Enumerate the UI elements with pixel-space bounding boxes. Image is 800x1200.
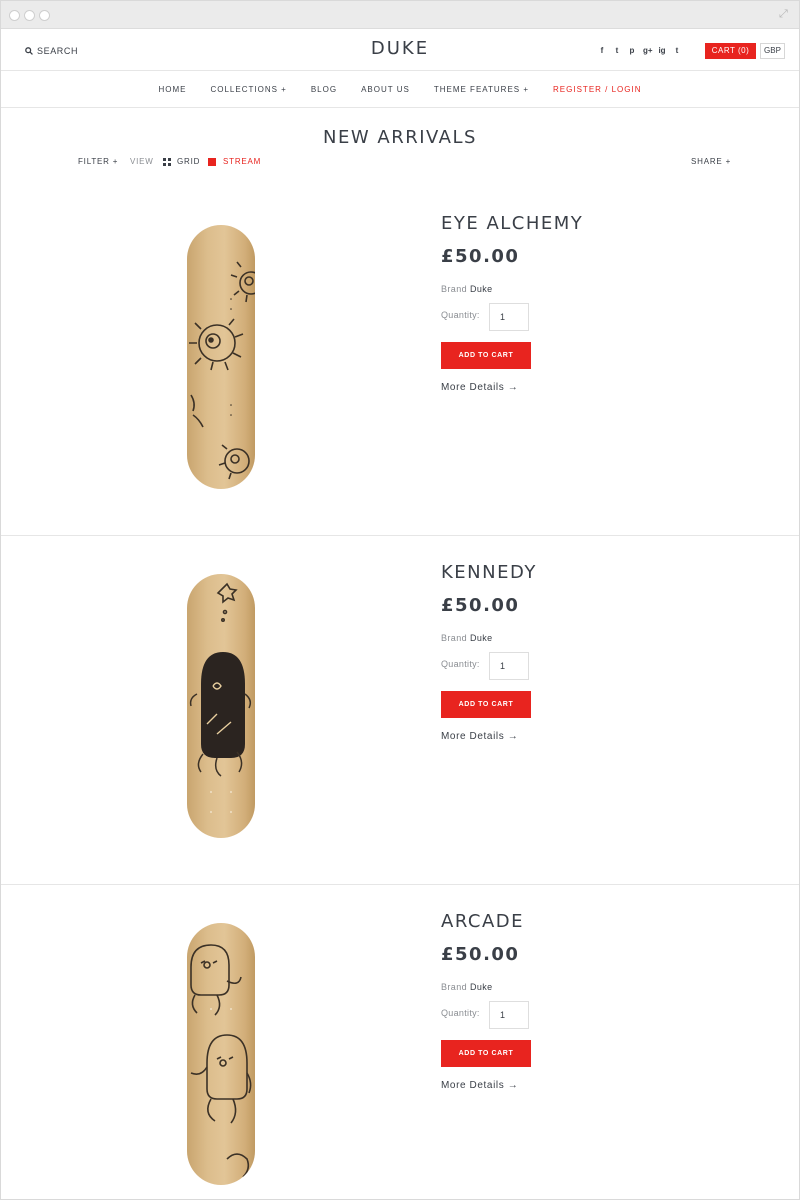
product-info: KENNEDY £50.00 Brand Duke Quantity: ADD … xyxy=(441,562,781,742)
social-links: f t p g+ ig t xyxy=(598,46,681,55)
stream-view-link[interactable]: STREAM xyxy=(223,157,261,166)
pinterest-icon[interactable]: p xyxy=(628,46,636,55)
brand-label: Brand xyxy=(441,284,468,294)
deck-artwork xyxy=(189,261,255,480)
product-image-skateboard[interactable] xyxy=(187,574,255,838)
grid-view-icon[interactable] xyxy=(163,158,171,166)
more-details-link[interactable]: More Details → xyxy=(441,731,781,742)
brand-value[interactable]: Duke xyxy=(470,633,493,643)
currency-selector[interactable]: GBP xyxy=(760,43,785,59)
quantity-label: Quantity: xyxy=(441,310,480,320)
nav-home[interactable]: HOME xyxy=(158,85,186,94)
nav-about-us[interactable]: ABOUT US xyxy=(361,85,410,94)
product-name[interactable]: ARCADE xyxy=(441,911,781,935)
brand-value[interactable]: Duke xyxy=(470,982,493,992)
fullscreen-icon[interactable]: ⤢ xyxy=(779,8,791,20)
product-name[interactable]: EYE ALCHEMY xyxy=(441,213,781,237)
view-label: VIEW xyxy=(130,157,154,166)
product-price: £50.00 xyxy=(441,944,520,965)
quantity-input[interactable] xyxy=(489,303,529,331)
product-item: ARCADE £50.00 Brand Duke Quantity: ADD T… xyxy=(1,885,799,1199)
collection-toolbar: FILTER + VIEW GRID STREAM SHARE + xyxy=(1,157,799,169)
page-title: NEW ARRIVALS xyxy=(323,127,477,148)
quantity-label: Quantity: xyxy=(441,659,480,669)
product-brand: Brand Duke xyxy=(441,284,781,296)
quantity-input[interactable] xyxy=(489,652,529,680)
twitter-icon[interactable]: t xyxy=(613,46,621,55)
brand-label: Brand xyxy=(441,633,468,643)
product-item: EYE ALCHEMY £50.00 Brand Duke Quantity: … xyxy=(1,187,799,536)
share-toggle[interactable]: SHARE + xyxy=(691,157,731,166)
product-info: EYE ALCHEMY £50.00 Brand Duke Quantity: … xyxy=(441,213,781,393)
product-item: KENNEDY £50.00 Brand Duke Quantity: ADD … xyxy=(1,536,799,885)
title-bar: ⤢ xyxy=(1,1,799,29)
quantity-row: Quantity: xyxy=(441,652,781,680)
deck-artwork xyxy=(189,582,252,813)
product-brand: Brand Duke xyxy=(441,633,781,645)
quantity-input[interactable] xyxy=(489,1001,529,1029)
add-to-cart-button[interactable]: ADD TO CART xyxy=(441,1040,531,1067)
product-brand: Brand Duke xyxy=(441,982,781,994)
product-info: ARCADE £50.00 Brand Duke Quantity: ADD T… xyxy=(441,911,781,1091)
grid-view-link[interactable]: GRID xyxy=(177,157,200,166)
site-header: SEARCH DUKE f t p g+ ig t CART (0) GBP xyxy=(1,29,799,71)
facebook-icon[interactable]: f xyxy=(598,46,606,55)
nav-collections[interactable]: COLLECTIONS + xyxy=(210,85,286,94)
product-image-skateboard[interactable] xyxy=(187,225,255,489)
brand-value[interactable]: Duke xyxy=(470,284,493,294)
close-window-dot[interactable] xyxy=(9,10,20,21)
more-details-link[interactable]: More Details → xyxy=(441,382,781,393)
nav-blog[interactable]: BLOG xyxy=(311,85,337,94)
main-nav: HOME COLLECTIONS + BLOG ABOUT US THEME F… xyxy=(1,71,799,108)
nav-theme-features[interactable]: THEME FEATURES + xyxy=(434,85,529,94)
cart-button[interactable]: CART (0) xyxy=(705,43,756,59)
product-name[interactable]: KENNEDY xyxy=(441,562,781,586)
minimize-window-dot[interactable] xyxy=(24,10,35,21)
stream-view-icon[interactable] xyxy=(208,158,216,166)
product-price: £50.00 xyxy=(441,595,520,616)
quantity-row: Quantity: xyxy=(441,303,781,331)
add-to-cart-button[interactable]: ADD TO CART xyxy=(441,342,531,369)
deck-artwork xyxy=(190,944,252,1178)
more-details-link[interactable]: More Details → xyxy=(441,1080,781,1091)
google-plus-icon[interactable]: g+ xyxy=(643,46,653,55)
browser-window: ⤢ SEARCH DUKE f t p g+ ig t CART (0) GBP… xyxy=(0,0,800,1200)
product-price: £50.00 xyxy=(441,246,520,267)
maximize-window-dot[interactable] xyxy=(39,10,50,21)
instagram-icon[interactable]: ig xyxy=(658,46,666,55)
nav-register-login[interactable]: REGISTER / LOGIN xyxy=(553,85,641,94)
brand-label: Brand xyxy=(441,982,468,992)
quantity-row: Quantity: xyxy=(441,1001,781,1029)
filter-toggle[interactable]: FILTER + xyxy=(78,157,118,166)
tumblr-icon[interactable]: t xyxy=(673,46,681,55)
add-to-cart-button[interactable]: ADD TO CART xyxy=(441,691,531,718)
quantity-label: Quantity: xyxy=(441,1008,480,1018)
product-image-skateboard[interactable] xyxy=(187,923,255,1185)
